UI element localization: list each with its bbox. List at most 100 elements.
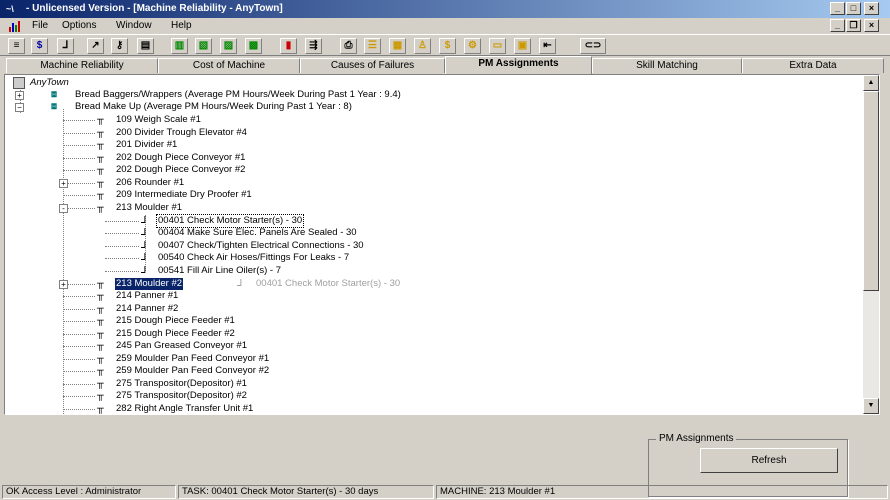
machine-icon: ╥ [97,177,104,188]
app-icon[interactable]: ~\ [6,4,20,14]
tab-pm-assignments[interactable]: PM Assignments [445,56,592,74]
tab-extra-data[interactable]: Extra Data [742,58,884,73]
printer-icon[interactable]: ⎙ [340,38,357,54]
machine-icon: ╥ [97,340,104,351]
vertical-scrollbar[interactable]: ▲ ▼ [863,75,879,414]
machine-label: 209 Intermediate Dry Proofer #1 [116,189,252,200]
person-icon[interactable]: ♙ [414,38,431,54]
document-icon[interactable] [8,20,20,32]
list-icon[interactable]: ≡ [8,38,25,54]
machine-move-icon[interactable]: ▨ [220,38,237,54]
minimize-icon[interactable]: _ [830,2,845,15]
menu-bar: File Options Window Help _ ❐ × [0,18,890,34]
machine-label: 213 Moulder #2 [115,278,184,290]
menu-file[interactable]: File [32,20,48,32]
task-label: 00404 Make Sure Elec. Panels Are Sealed … [158,227,357,238]
machine-icon: ╥ [97,328,104,339]
machine-label: 202 Dough Piece Conveyor #1 [116,152,246,163]
close-icon[interactable]: × [864,2,879,15]
machine-label: 200 Divider Trough Elevator #4 [116,127,247,138]
collapse-icon[interactable]: − [15,103,24,112]
menu-window[interactable]: Window [116,20,152,32]
machine-icon: ╥ [97,278,104,289]
machine-label: 214 Panner #2 [116,303,179,314]
machine-label: 215 Dough Piece Feeder #2 [116,328,235,339]
title-bar[interactable]: ~\ - Unlicensed Version - [Machine Relia… [0,0,890,18]
task-icon: ⅃ [141,252,147,263]
machine-icon: ╥ [97,315,104,326]
machine-label: 282 Right Angle Transfer Unit #1 [116,403,254,414]
tab-machine-reliability[interactable]: Machine Reliability [6,58,158,73]
tab-causes-of-failures[interactable]: Causes of Failures [300,58,445,73]
machine-edit-icon[interactable]: ▧ [195,38,212,54]
machine-icon: ╥ [97,202,104,213]
machine-label: 275 Transpositor(Depositor) #1 [116,378,247,389]
machine-label: 275 Transpositor(Depositor) #2 [116,390,247,401]
folder-icon [13,77,25,89]
machine-copy-icon[interactable]: ▩ [245,38,262,54]
menu-options[interactable]: Options [62,20,96,32]
schedule-icon[interactable]: ☰ [364,38,381,54]
machine-icon: ╥ [97,114,104,125]
tree-icon[interactable]: ⇶ [305,38,322,54]
tab-skill-matching[interactable]: Skill Matching [592,58,742,73]
expand-icon[interactable]: + [59,280,68,289]
report-icon[interactable]: ▤ [137,38,154,54]
collapse-icon[interactable]: - [59,204,68,213]
expand-icon[interactable]: + [59,179,68,188]
bar-chart-icon[interactable]: ▮ [280,38,297,54]
refresh-button[interactable]: Refresh [700,448,838,473]
tab-cost-of-machine[interactable]: Cost of Machine [158,58,300,73]
toolbar: ≡ $ ⅃ ↗ ⚷ ▤ ▥ ▧ ▨ ▩ ▮ ⇶ ⎙ ☰ ▦ ♙ $ ⚙ ▭ ▣ … [0,34,890,56]
machine-icon: ╥ [97,139,104,150]
task-icon: ⅃ [141,215,147,226]
scroll-down-icon[interactable]: ▼ [863,398,879,414]
child-close-icon[interactable]: × [864,19,879,32]
drag-task-icon: ⅃ [237,278,243,289]
expand-icon[interactable]: + [15,91,24,100]
status-access-level: OK Access Level : Administrator [2,485,176,499]
notes-icon[interactable]: ▣ [514,38,531,54]
chart-icon[interactable]: ↗ [87,38,104,54]
key-icon[interactable]: ⚷ [111,38,128,54]
gear-icon[interactable]: ⚙ [464,38,481,54]
document-yellow-icon[interactable]: ▭ [489,38,506,54]
task-label: 00401 Check Motor Starter(s) - 30 [155,214,305,228]
money-icon[interactable]: $ [439,38,456,54]
machine-icon: ╥ [97,127,104,138]
machine-label: 201 Divider #1 [116,139,178,150]
wrench-icon[interactable]: ⅃ [57,38,74,54]
dollar-icon[interactable]: $ [31,38,48,54]
machine-group-icon: ⧈ [51,89,58,100]
child-restore-icon[interactable]: ❐ [846,19,861,32]
calendar-icon[interactable]: ▦ [389,38,406,54]
status-bar: OK Access Level : Administrator TASK: 00… [0,485,890,500]
machine-icon: ╥ [97,303,104,314]
tree-panel: AnyTown + ⧈ Bread Baggers/Wrappers (Aver… [4,74,880,415]
machine-icon: ╥ [97,390,104,401]
machine-icon: ╥ [97,189,104,200]
machine-icon: ╥ [97,152,104,163]
machine-label: 213 Moulder #1 [116,202,183,213]
machine-label: 202 Dough Piece Conveyor #2 [116,164,246,175]
maximize-icon[interactable]: □ [846,2,861,15]
machine-label: 215 Dough Piece Feeder #1 [116,315,235,326]
scroll-up-icon[interactable]: ▲ [863,75,879,91]
child-minimize-icon[interactable]: _ [830,19,845,32]
tree-group-label: Bread Make Up (Average PM Hours/Week Dur… [75,101,352,112]
tree-root-label: AnyTown [30,77,69,88]
menu-help[interactable]: Help [171,20,192,32]
scroll-thumb[interactable] [863,91,879,291]
exit-icon[interactable]: ⇤ [539,38,556,54]
tab-strip: Machine Reliability Cost of Machine Caus… [0,56,890,74]
machine-green-icon[interactable]: ▥ [171,38,188,54]
machine-label: 214 Panner #1 [116,290,179,301]
machine-label: 109 Weigh Scale #1 [116,114,201,125]
drag-ghost-label: 00401 Check Motor Starter(s) - 30 [256,278,401,289]
status-machine: MACHINE: 213 Moulder #1 [436,485,888,499]
link-icon[interactable]: ⊂⊃ [580,38,606,54]
machine-icon: ╥ [97,378,104,389]
assignment-tree[interactable]: AnyTown + ⧈ Bread Baggers/Wrappers (Aver… [5,75,863,414]
task-label: 00541 Fill Air Line Oiler(s) - 7 [158,265,282,276]
tree-group-label: Bread Baggers/Wrappers (Average PM Hours… [75,89,401,100]
